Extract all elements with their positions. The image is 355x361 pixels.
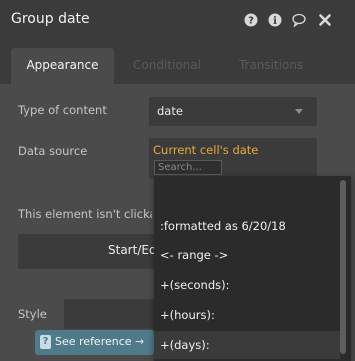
dropdown-option-label: +(days): [160, 338, 210, 352]
close-icon[interactable] [318, 13, 332, 27]
tab-bar: Appearance Conditional Transitions [0, 40, 355, 84]
dropdown-option-label: +(seconds): [160, 278, 230, 292]
not-clickable-notice: This element isn't clickable [18, 207, 152, 221]
panel-title: Group date [11, 11, 90, 27]
question-icon: ? [40, 335, 51, 349]
help-icon[interactable]: ? [244, 13, 258, 27]
see-reference-label: See reference → [55, 335, 145, 348]
dropdown-option[interactable]: +(hours): [154, 301, 340, 329]
panel-header: Group date ? i [0, 0, 355, 40]
data-source-value[interactable]: Current cell's date [153, 143, 258, 157]
chevron-down-icon [295, 109, 303, 114]
svg-text:i: i [273, 16, 277, 27]
tab-transitions[interactable]: Transitions [226, 48, 316, 84]
dropdown-scrollbar[interactable] [340, 180, 346, 354]
type-of-content-select[interactable]: date [149, 97, 317, 126]
data-source-label: Data source [18, 144, 88, 158]
dropdown-option-label: <- range -> [160, 248, 229, 262]
dropdown-option[interactable]: +(seconds): [154, 271, 340, 299]
dropdown-option-label: :formatted as 6/20/18 [160, 219, 286, 233]
info-icon[interactable]: i [268, 13, 282, 27]
dropdown-option-label: +(hours): [160, 308, 215, 322]
dropdown-option-highlighted[interactable]: +(days): [154, 331, 340, 359]
search-input[interactable]: Search... [154, 160, 222, 175]
type-of-content-value: date [157, 104, 183, 118]
type-of-content-label: Type of content [18, 103, 107, 117]
style-label: Style [18, 307, 47, 321]
data-source-dropdown: :formatted as 6/20/18 <- range -> +(seco… [154, 176, 351, 361]
svg-text:?: ? [248, 16, 254, 27]
dropdown-option[interactable]: <- range -> [154, 241, 340, 269]
see-reference-button[interactable]: ? See reference → [35, 330, 154, 355]
tab-conditional[interactable]: Conditional [124, 48, 210, 84]
tab-appearance[interactable]: Appearance [11, 48, 114, 84]
style-select[interactable] [64, 299, 162, 329]
dropdown-option[interactable]: :formatted as 6/20/18 [154, 212, 340, 240]
data-source-field[interactable]: Current cell's date Search... [149, 138, 317, 179]
start-edit-workflow-button[interactable]: Start/Edit workflow [18, 234, 222, 269]
group-date-editor-panel: Group date ? i Appearance Conditional Tr… [0, 0, 355, 361]
comment-icon[interactable] [292, 13, 306, 27]
